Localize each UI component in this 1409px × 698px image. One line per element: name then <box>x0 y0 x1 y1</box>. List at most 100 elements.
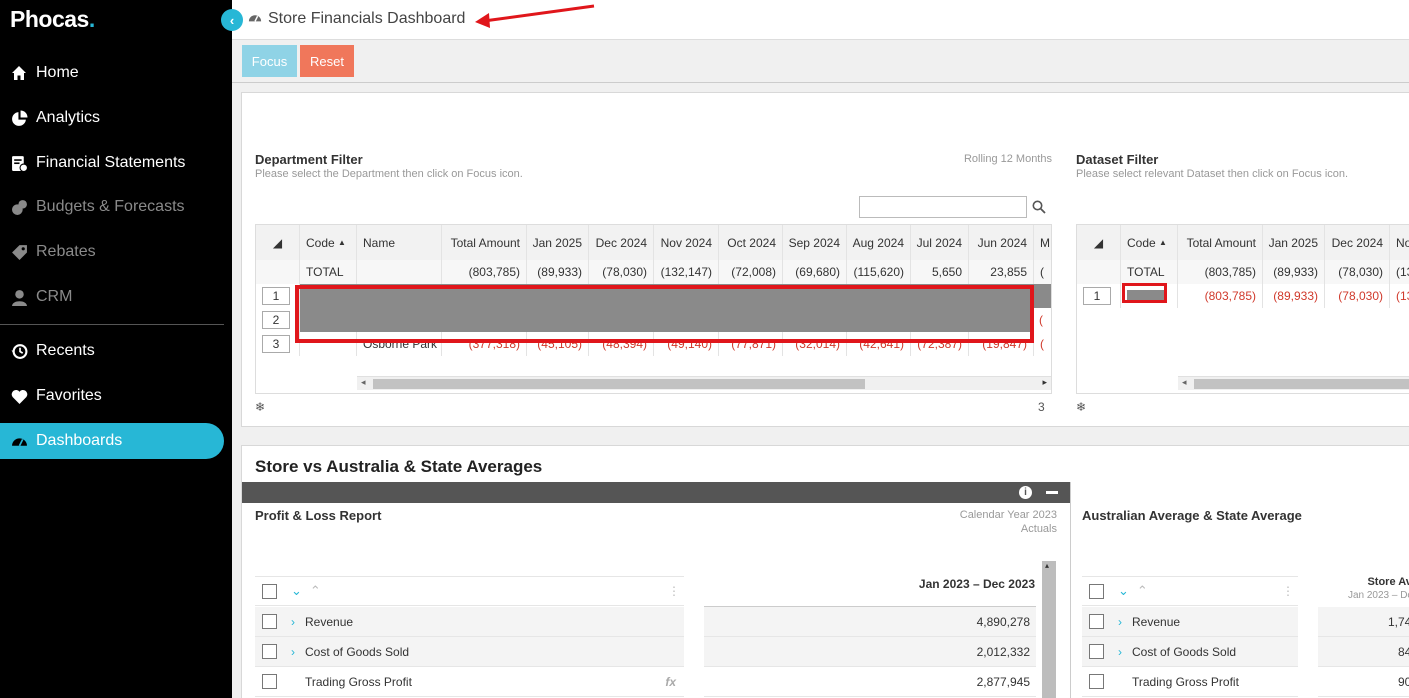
horizontal-scrollbar[interactable]: ◂ <box>1178 376 1409 390</box>
list-item[interactable]: › Revenue <box>255 607 684 637</box>
nav-budgets-forecasts[interactable]: Budgets & Forecasts <box>0 189 224 225</box>
focus-button[interactable]: Focus <box>242 45 297 77</box>
scrollbar-thumb[interactable] <box>1194 379 1409 389</box>
nav-recents[interactable]: Recents <box>0 333 224 369</box>
column-header-month[interactable]: Aug 2024 <box>847 225 911 260</box>
sort-asc-icon: ▲ <box>338 238 346 247</box>
select-all-corner[interactable]: ◢ <box>1077 225 1121 260</box>
info-icon[interactable]: i <box>1019 486 1032 499</box>
list-item[interactable]: › Revenue <box>1082 607 1298 637</box>
row-checkbox[interactable] <box>1089 674 1104 689</box>
select-all-corner[interactable]: ◢ <box>256 225 300 260</box>
red-arrow-annotation <box>475 4 595 28</box>
nav-analytics[interactable]: Analytics <box>0 100 224 136</box>
pl-column-header: Jan 2023 – Dec 2023 <box>918 577 1035 591</box>
chevron-left-icon: ‹ <box>229 12 235 28</box>
column-header-code[interactable]: Code ▲ <box>300 225 357 260</box>
dataset-grid: ◢ Code ▲ Total Amount Jan 2025 Dec 2024 … <box>1076 224 1409 394</box>
list-item[interactable]: Trading Gross Profit <box>1082 667 1298 697</box>
dashboard-icon <box>10 432 28 450</box>
nav-crm[interactable]: CRM <box>0 279 224 315</box>
scroll-left-icon[interactable]: ◂ <box>1182 377 1187 388</box>
total-row: TOTAL (803,785) (89,933) (78,030) (13 <box>1077 260 1409 284</box>
scrollbar-thumb[interactable] <box>373 379 865 389</box>
nav-rebates[interactable]: Rebates <box>0 234 224 270</box>
phocas-logo[interactable]: Phocas. <box>10 6 95 33</box>
column-header-month[interactable]: Jan 2025 <box>1263 225 1325 260</box>
list-item[interactable]: › Cost of Goods Sold <box>1082 637 1298 667</box>
horizontal-scrollbar[interactable]: ◂ ▸ <box>357 376 1051 390</box>
row-checkbox[interactable] <box>262 644 277 659</box>
pie-chart-icon <box>10 109 28 127</box>
list-item[interactable]: Trading Gross Profit fx <box>255 667 684 697</box>
scroll-up-icon[interactable]: ▴ <box>1045 561 1049 570</box>
scroll-left-icon[interactable]: ◂ <box>361 377 366 388</box>
column-header-month[interactable]: Jun 2024 <box>969 225 1034 260</box>
pl-report-type: Actuals <box>1020 523 1057 535</box>
list-item[interactable]: › Cost of Goods Sold <box>255 637 684 667</box>
column-header-code[interactable]: Code ▲ <box>1121 225 1178 260</box>
red-highlight-box <box>295 285 1034 343</box>
grid-header-row: ◢ Code ▲ Total Amount Jan 2025 Dec 2024 … <box>1077 225 1409 260</box>
widget-header-bar: i <box>242 482 1070 503</box>
department-filter-title: Department Filter <box>255 152 363 167</box>
nav-financial-statements[interactable]: Financial Statements <box>0 145 224 181</box>
nav-home[interactable]: Home <box>0 55 224 91</box>
expand-all-icon[interactable]: ⌄ <box>1118 583 1129 599</box>
nav-divider <box>0 324 224 325</box>
avg-value-cell: 844 <box>1318 637 1409 667</box>
column-header-total[interactable]: Total Amount <box>1178 225 1263 260</box>
chevron-right-icon[interactable]: › <box>1118 615 1132 629</box>
column-header-month[interactable]: Sep 2024 <box>783 225 847 260</box>
column-header-total[interactable]: Total Amount <box>442 225 527 260</box>
search-icon[interactable] <box>1032 200 1046 217</box>
nav-favorites[interactable]: Favorites <box>0 378 224 414</box>
freeze-icon[interactable]: ❄ <box>1076 400 1086 414</box>
minimize-icon[interactable] <box>1046 491 1058 494</box>
reset-button[interactable]: Reset <box>300 45 354 77</box>
pl-value-cell: 2,012,332 <box>704 637 1036 667</box>
dataset-filter-title: Dataset Filter <box>1076 152 1159 167</box>
drag-handle-icon[interactable]: ⋮ <box>668 584 680 598</box>
row-checkbox[interactable] <box>1089 614 1104 629</box>
collapse-all-icon[interactable]: ⌃ <box>1137 583 1148 599</box>
scroll-right-icon[interactable]: ▸ <box>1042 377 1047 388</box>
column-header-month[interactable]: Dec 2024 <box>1325 225 1390 260</box>
chevron-right-icon[interactable]: › <box>1118 645 1132 659</box>
select-all-checkbox[interactable] <box>262 583 277 599</box>
row-checkbox[interactable] <box>262 614 277 629</box>
vertical-scrollbar[interactable]: ▴ <box>1042 561 1056 698</box>
row-checkbox[interactable] <box>1089 644 1104 659</box>
column-header-month[interactable]: Nov 2024 <box>654 225 719 260</box>
dashboard-icon <box>248 10 262 28</box>
freeze-icon[interactable]: ❄ <box>255 400 265 414</box>
page-title: Store Financials Dashboard <box>248 10 465 28</box>
history-icon <box>10 342 28 360</box>
column-header-month[interactable]: Oct 2024 <box>719 225 783 260</box>
column-header-month[interactable]: Dec 2024 <box>589 225 654 260</box>
dataset-filter-subtitle: Please select relevant Dataset then clic… <box>1076 168 1349 180</box>
column-header-month[interactable]: Jan 2025 <box>527 225 589 260</box>
collapse-sidebar-button[interactable]: ‹ <box>221 9 243 31</box>
drag-handle-icon[interactable]: ⋮ <box>1282 584 1294 598</box>
chevron-right-icon[interactable]: › <box>291 615 305 629</box>
avg-report-title: Australian Average & State Average <box>1082 508 1302 523</box>
avg-value-cell: 901 <box>1318 667 1409 697</box>
avg-column-sub: Jan 2023 – Dec <box>1347 590 1409 601</box>
avg-toolbar-row: ⌄ ⌃ ⋮ <box>1082 576 1298 606</box>
user-icon <box>10 288 28 306</box>
collapse-all-icon[interactable]: ⌃ <box>310 583 321 599</box>
department-search-input[interactable] <box>859 196 1027 218</box>
avg-value-cell: 1,745 <box>1318 607 1409 637</box>
column-header-month[interactable]: Jul 2024 <box>911 225 969 260</box>
nav-dashboards[interactable]: Dashboards <box>0 423 224 459</box>
row-count: 3 <box>1038 400 1045 414</box>
expand-all-icon[interactable]: ⌄ <box>291 583 302 599</box>
select-all-checkbox[interactable] <box>1089 583 1104 599</box>
column-header-name[interactable]: Name <box>357 225 442 260</box>
home-icon <box>10 64 28 82</box>
chevron-right-icon[interactable]: › <box>291 645 305 659</box>
column-header-month[interactable]: No <box>1390 225 1409 260</box>
column-header-month[interactable]: M <box>1034 225 1051 260</box>
row-checkbox[interactable] <box>262 674 277 689</box>
